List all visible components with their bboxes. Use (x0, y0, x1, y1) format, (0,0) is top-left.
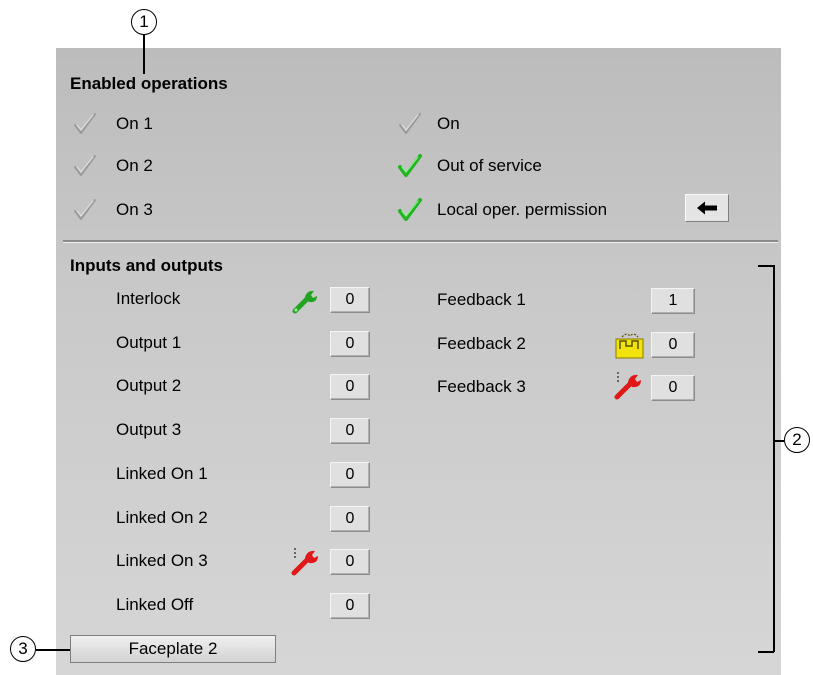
op-on-label: On (437, 114, 460, 133)
value-output1: 0 (330, 331, 370, 357)
callout-3: 3 (10, 636, 36, 662)
io-label-linked-on2: Linked On 2 (116, 508, 208, 527)
section-divider (63, 240, 778, 243)
check-icon (74, 155, 96, 176)
io-label-output3: Output 3 (116, 420, 182, 439)
callout-1-line (143, 34, 145, 74)
red-wrench-icon (614, 372, 641, 400)
check-icon (399, 113, 421, 134)
op-on3-label: On 3 (116, 200, 153, 219)
op-on1-label: On 1 (116, 114, 153, 133)
simulation-icon (615, 333, 644, 359)
value-output3: 0 (330, 418, 370, 444)
value-feedback3: 0 (651, 375, 695, 401)
green-wrench-icon (292, 290, 317, 314)
bracket-top (758, 265, 774, 267)
io-label-linked-on3: Linked On 3 (116, 551, 208, 570)
callout-1: 1 (131, 9, 157, 35)
check-icon (74, 113, 96, 134)
inputs-outputs-heading: Inputs and outputs (70, 256, 223, 275)
value-linked-on2: 0 (330, 506, 370, 532)
io-label-linked-on1: Linked On 1 (116, 464, 208, 483)
op-out-of-service-label: Out of service (437, 156, 542, 175)
value-output2: 0 (330, 374, 370, 400)
io-label-feedback3: Feedback 3 (437, 377, 526, 396)
bracket-bottom (758, 651, 774, 653)
io-label-linked-off: Linked Off (116, 595, 194, 614)
value-linked-off: 0 (330, 593, 370, 619)
io-label-feedback2: Feedback 2 (437, 334, 526, 353)
value-interlock: 0 (330, 287, 370, 313)
left-arrow-icon (697, 201, 717, 215)
faceplate-2-button[interactable]: Faceplate 2 (70, 635, 276, 663)
callout-2: 2 (784, 427, 810, 453)
value-feedback2: 0 (651, 332, 695, 358)
red-wrench-icon (291, 548, 318, 576)
check-icon (74, 199, 96, 220)
check-active-icon (398, 154, 422, 177)
callout-2-line (774, 440, 784, 442)
local-permission-button[interactable] (685, 194, 729, 222)
io-label-feedback1: Feedback 1 (437, 290, 526, 309)
callout-3-line (36, 649, 70, 651)
io-label-output1: Output 1 (116, 333, 182, 352)
op-on2-label: On 2 (116, 156, 153, 175)
faceplate-panel (56, 48, 781, 675)
op-local-permission-label: Local oper. permission (437, 200, 608, 219)
io-label-output2: Output 2 (116, 376, 182, 395)
value-feedback1: 1 (651, 288, 695, 314)
value-linked-on1: 0 (330, 462, 370, 488)
io-label-interlock: Interlock (116, 289, 181, 308)
check-active-icon (398, 198, 422, 221)
bracket-vertical (773, 265, 775, 652)
enabled-operations-heading: Enabled operations (70, 74, 228, 93)
value-linked-on3: 0 (330, 549, 370, 575)
